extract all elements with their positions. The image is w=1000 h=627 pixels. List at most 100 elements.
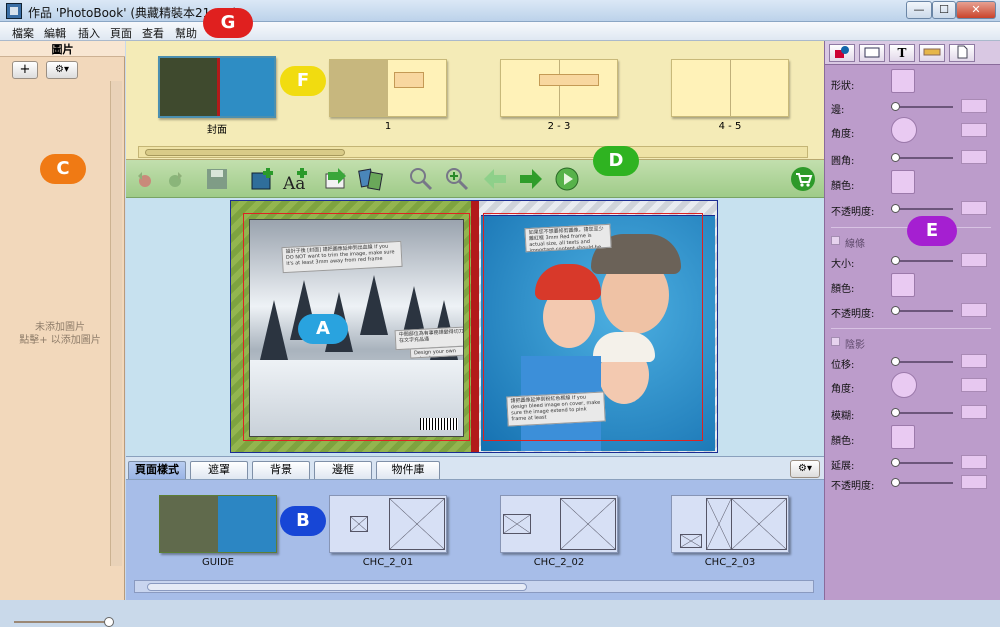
menu-view[interactable]: 查看 [142,25,164,41]
offset-field[interactable] [961,354,987,368]
shape-picker[interactable] [891,69,915,93]
shadow-angle-label: 角度: [831,384,855,395]
front-cover-page[interactable]: 如果您不想要修剪圖像，請您至少離紅框 3mm Red frame is actu… [479,201,717,452]
save-icon[interactable] [204,166,230,192]
menu-file[interactable]: 檔案 [12,25,34,41]
line-opacity-slider[interactable] [891,310,953,312]
back-arrow-icon[interactable] [482,166,508,192]
layout-chc-2-02[interactable] [500,495,618,553]
add-photo-icon[interactable] [250,166,276,192]
line-size-slider[interactable] [891,260,953,262]
tab-frame[interactable]: 邊框 [314,461,372,479]
play-icon[interactable] [554,166,580,192]
offset-slider[interactable] [891,361,953,363]
replace-icon[interactable] [358,166,384,192]
line-opacity-slider-knob[interactable] [891,306,900,315]
pages-scrollbar-thumb[interactable] [145,149,345,156]
spine[interactable] [471,201,479,452]
zoom-out-icon[interactable] [408,166,434,192]
thumb-size-slider[interactable] [14,621,112,623]
menu-edit[interactable]: 編輯 [44,25,66,41]
shadow-opacity-field[interactable] [961,475,987,489]
tab-page-style[interactable]: 頁面樣式 [128,461,186,479]
text-tab-icon[interactable]: T [889,44,915,62]
forward-arrow-icon[interactable] [518,166,544,192]
layout-chc-2-01[interactable] [329,495,447,553]
edge-slider[interactable] [891,106,953,108]
line-color-swatch[interactable] [891,273,915,297]
page-thumb-1[interactable] [329,59,447,117]
layout-guide[interactable] [159,495,277,553]
tab-background[interactable]: 背景 [252,461,310,479]
blur-slider-knob[interactable] [891,408,900,417]
page-thumb-2-3[interactable] [500,59,618,117]
menu-page[interactable]: 頁面 [110,25,132,41]
line-opacity-label: 不透明度: [831,309,875,320]
frame-tab-icon[interactable] [859,44,885,62]
line-size-slider-knob[interactable] [891,256,900,265]
shadow-angle-field[interactable] [961,378,987,392]
tabs-settings-button[interactable]: ⚙▾ [790,460,820,478]
page-tab-icon[interactable] [949,44,975,62]
thumb-fold [559,60,560,116]
opacity-slider[interactable] [891,208,953,210]
ruler-tab-icon[interactable] [919,44,945,62]
offset-slider-knob[interactable] [891,357,900,366]
tab-library[interactable]: 物件庫 [376,461,440,479]
photos-scrollbar[interactable] [110,81,122,566]
layout-chc-2-03[interactable] [671,495,789,553]
page-thumb-cover[interactable] [158,56,276,118]
cart-icon[interactable] [790,166,816,192]
layouts-scrollbar[interactable] [134,580,814,593]
pages-scrollbar[interactable] [138,146,808,158]
shadow-angle-dial[interactable] [891,372,917,398]
blur-field[interactable] [961,405,987,419]
edge-field[interactable] [961,99,987,113]
color-swatch[interactable] [891,170,915,194]
minimize-button[interactable]: — [906,1,932,19]
menu-insert[interactable]: 插入 [78,25,100,41]
back-cover-page[interactable]: 設計于後 [封面] 請把圖像延伸到出血線 If you DO NOT want … [231,201,474,452]
line-opacity-field[interactable] [961,303,987,317]
spread-slider-knob[interactable] [891,458,900,467]
edge-slider-knob[interactable] [891,102,900,111]
menu-help[interactable]: 幫助 [175,25,197,41]
shadow-opacity-label: 不透明度: [831,481,875,492]
shadow-color-swatch[interactable] [891,425,915,449]
page-thumb-4-5[interactable] [671,59,789,117]
opacity-field[interactable] [961,201,987,215]
spread-slider[interactable] [891,462,953,464]
title-bar: 作品 'PhotoBook' (典藏精裝本21x21) — ☐ ✕ [0,0,1000,22]
corner-slider[interactable] [891,157,953,159]
corner-field[interactable] [961,150,987,164]
spread-field[interactable] [961,455,987,469]
canvas-area: 設計于後 [封面] 請把圖像延伸到出血線 If you DO NOT want … [126,198,824,456]
angle-field[interactable] [961,123,987,137]
corner-slider-knob[interactable] [891,153,900,162]
shadow-opacity-slider-knob[interactable] [891,478,900,487]
shadow-checkbox[interactable] [831,337,840,346]
layout-label: CHC_2_03 [704,557,756,568]
angle-dial[interactable] [891,117,917,143]
insert-icon[interactable] [322,166,348,192]
line-size-field[interactable] [961,253,987,267]
shape-tab-icon[interactable] [829,44,855,62]
add-text-icon[interactable]: Aa [282,166,308,192]
blur-slider[interactable] [891,412,953,414]
photos-settings-button[interactable]: ⚙▾ [46,61,78,79]
tab-mask[interactable]: 遮罩 [190,461,248,479]
zoom-in-icon[interactable] [444,166,470,192]
thumb-size-slider-knob[interactable] [104,617,114,627]
shadow-opacity-slider[interactable] [891,482,953,484]
opacity-slider-knob[interactable] [891,204,900,213]
close-button[interactable]: ✕ [956,1,996,19]
undo-icon[interactable] [132,166,158,192]
shape-label: 形狀: [831,81,855,92]
maximize-button[interactable]: ☐ [932,1,956,19]
line-checkbox[interactable] [831,236,840,245]
properties-panel: T 形狀: 邊: 角度: 圓角: 顏色: 不透明度: 線條 大小: 顏色: 不透… [824,41,1000,600]
add-photo-button[interactable]: + [12,61,38,79]
layouts-scrollbar-thumb[interactable] [147,583,527,591]
redo-icon[interactable] [162,166,188,192]
safe-frame [483,213,703,441]
